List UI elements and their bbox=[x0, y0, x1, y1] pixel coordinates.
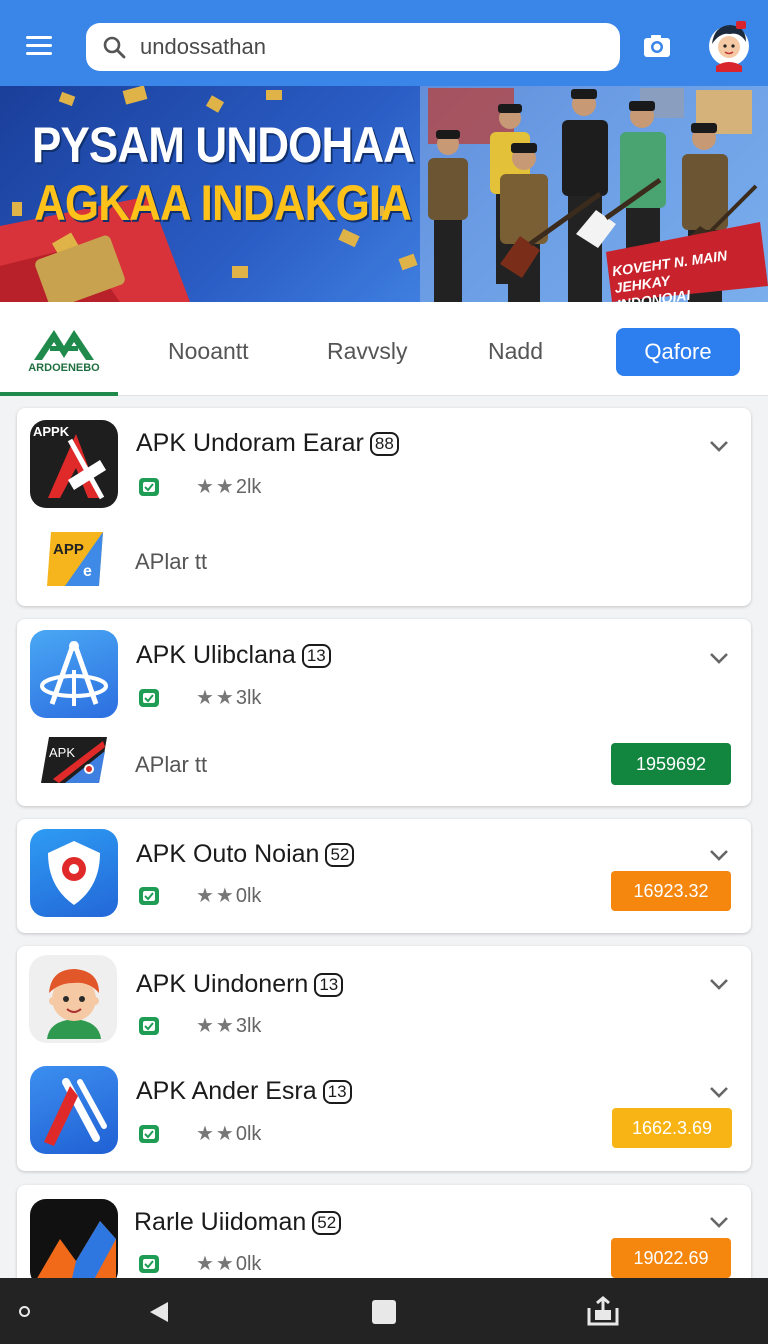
price-button[interactable]: 19022.69 bbox=[611, 1238, 731, 1278]
search-icon bbox=[103, 36, 126, 59]
chevron-down-icon[interactable] bbox=[709, 1086, 729, 1098]
app-card[interactable]: APPK APK Undoram Earar 88 ★★2lk APP e APl… bbox=[17, 408, 751, 606]
chevron-down-icon[interactable] bbox=[709, 978, 729, 990]
sub-icon-text: APP bbox=[53, 541, 84, 558]
share-icon[interactable] bbox=[586, 1296, 620, 1326]
version-badge: 13 bbox=[314, 973, 344, 997]
shield-check-icon bbox=[139, 478, 159, 496]
version-badge: 13 bbox=[322, 1080, 352, 1104]
app-icon-label: APPK bbox=[33, 424, 70, 439]
app-title[interactable]: APK Undoram Earar 88 bbox=[136, 429, 399, 458]
sub-app-label[interactable]: APlar tt bbox=[135, 549, 207, 575]
chevron-down-icon[interactable] bbox=[709, 849, 729, 861]
app-card[interactable]: APK Ulibclana 13 ★★3lk APK APlar tt 19596… bbox=[17, 619, 751, 806]
sub-icon-text: APK bbox=[49, 745, 75, 760]
app-icon[interactable] bbox=[30, 1066, 118, 1154]
app-title[interactable]: APK Ulibclana 13 bbox=[136, 641, 331, 670]
app-title-text: APK Ander Esra bbox=[136, 1077, 317, 1105]
app-title-text: APK Uindonern bbox=[136, 970, 309, 998]
top-bar bbox=[0, 0, 768, 86]
rating-count: 0lk bbox=[235, 885, 262, 907]
version-badge: 88 bbox=[369, 432, 399, 456]
app-card[interactable]: APK Uindonern 13 ★★3lk APK Ander Esra 13 ★… bbox=[17, 946, 751, 1171]
shield-check-icon bbox=[139, 689, 159, 707]
menu-icon[interactable] bbox=[20, 28, 60, 64]
logo-icon bbox=[34, 330, 94, 360]
version-badge: 13 bbox=[301, 644, 331, 668]
app-rating: ★★0lk bbox=[196, 1251, 261, 1276]
shield-check-icon bbox=[139, 1255, 159, 1273]
svg-text:e: e bbox=[83, 563, 92, 580]
app-title-text: APK Ulibclana bbox=[136, 641, 296, 669]
price-button[interactable]: 1959692 bbox=[611, 743, 731, 785]
app-title[interactable]: APK Ander Esra 13 bbox=[136, 1077, 352, 1106]
star-icons: ★★ bbox=[196, 1253, 236, 1275]
version-badge: 52 bbox=[312, 1211, 342, 1235]
banner-subheadline: AGKAA INDAKGIA bbox=[34, 175, 412, 231]
app-title[interactable]: APK Outo Noian 52 bbox=[136, 840, 355, 869]
tab-ravvsly[interactable]: Ravvsly bbox=[327, 338, 408, 365]
app-logo-icon bbox=[44, 1078, 107, 1146]
app-rating: ★★0lk bbox=[196, 883, 261, 908]
banner-headline: PYSAM UNDOHAA bbox=[32, 117, 415, 173]
search-bar[interactable] bbox=[86, 23, 620, 71]
app-title-text: Rarle Uiidoman bbox=[134, 1208, 307, 1236]
shield-check-icon bbox=[139, 1017, 159, 1035]
promo-banner[interactable]: PYSAM UNDOHAA AGKAA INDAKGIA KOVEHT N. M… bbox=[0, 86, 768, 302]
star-icons: ★★ bbox=[196, 1015, 236, 1037]
avatar-app-icon bbox=[47, 969, 101, 1039]
nav-menu-dot-icon[interactable] bbox=[19, 1306, 30, 1317]
star-icons: ★★ bbox=[196, 476, 236, 498]
rating-count: 0lk bbox=[235, 1253, 262, 1275]
app-title-text: APK Undoram Earar bbox=[136, 429, 364, 457]
search-input[interactable] bbox=[140, 31, 600, 63]
tab-nadd[interactable]: Nadd bbox=[488, 338, 543, 365]
shield-check-icon bbox=[139, 887, 159, 905]
chevron-down-icon[interactable] bbox=[709, 652, 729, 664]
app-icon[interactable] bbox=[30, 630, 118, 718]
chevron-down-icon[interactable] bbox=[709, 1216, 729, 1228]
app-icon[interactable] bbox=[30, 1199, 118, 1287]
star-icons: ★★ bbox=[196, 687, 236, 709]
price-button[interactable]: 16923.32 bbox=[611, 871, 731, 911]
chevron-down-icon[interactable] bbox=[709, 440, 729, 452]
sub-app-label[interactable]: APlar tt bbox=[135, 752, 207, 778]
rating-count: 0lk bbox=[235, 1123, 262, 1145]
app-card[interactable]: APK Outo Noian 52 ★★0lk 16923.32 bbox=[17, 819, 751, 933]
app-logo-icon bbox=[40, 641, 108, 706]
sub-app-icon[interactable]: APP e bbox=[45, 528, 107, 590]
rating-count: 3lk bbox=[235, 687, 262, 709]
logo-label: ARDOENEBO bbox=[28, 362, 100, 374]
star-icons: ★★ bbox=[196, 885, 236, 907]
camera-icon[interactable] bbox=[642, 33, 672, 59]
app-rating: ★★2lk bbox=[196, 474, 261, 499]
app-rating: ★★3lk bbox=[196, 685, 261, 710]
home-icon[interactable] bbox=[372, 1300, 396, 1324]
app-title[interactable]: APK Uindonern 13 bbox=[136, 970, 344, 999]
avatar-icon[interactable] bbox=[706, 20, 752, 74]
price-button[interactable]: 1662.3.69 bbox=[612, 1108, 732, 1148]
tab-home-logo[interactable]: ARDOENEBO bbox=[0, 302, 118, 396]
shield-check-icon bbox=[139, 1125, 159, 1143]
app-icon[interactable] bbox=[29, 955, 117, 1043]
star-icons: ★★ bbox=[196, 1123, 236, 1145]
back-icon[interactable] bbox=[148, 1300, 170, 1324]
system-nav-bar bbox=[0, 1278, 768, 1344]
app-rating: ★★3lk bbox=[196, 1013, 261, 1038]
tab-nooantt[interactable]: Nooantt bbox=[168, 338, 249, 365]
rating-count: 2lk bbox=[235, 476, 262, 498]
app-title-text: APK Outo Noian bbox=[136, 840, 320, 868]
rating-count: 3lk bbox=[235, 1015, 262, 1037]
shield-app-icon bbox=[48, 841, 100, 905]
version-badge: 52 bbox=[325, 843, 355, 867]
sub-app-icon[interactable]: APK bbox=[39, 733, 109, 787]
app-rating: ★★0lk bbox=[196, 1121, 261, 1146]
app-title[interactable]: Rarle Uiidoman 52 bbox=[134, 1208, 342, 1237]
app-icon[interactable] bbox=[30, 829, 118, 917]
tab-qafore[interactable]: Qafore bbox=[616, 328, 740, 376]
app-icon[interactable]: APPK bbox=[30, 420, 118, 508]
app-logo-icon bbox=[32, 1221, 116, 1287]
active-tab-underline bbox=[0, 392, 118, 396]
